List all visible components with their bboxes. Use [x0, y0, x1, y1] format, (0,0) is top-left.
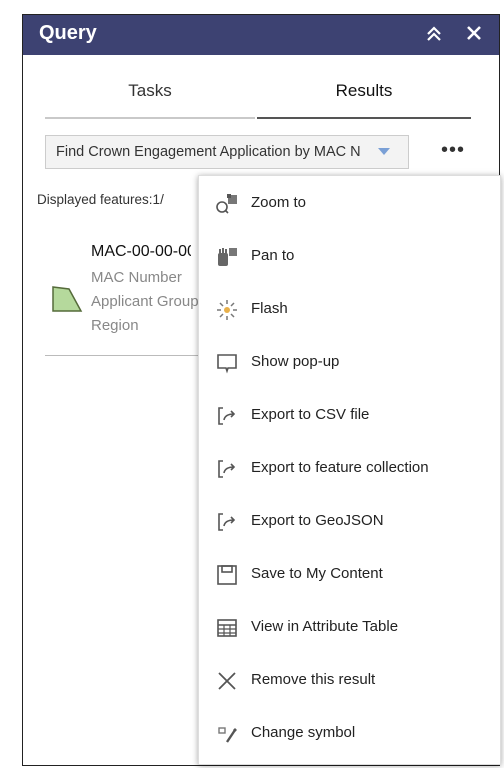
menu-item-label: Export to GeoJSON [251, 512, 384, 529]
menu-item-label: Pan to [251, 247, 295, 264]
feature-count: Displayed features:1/ [37, 192, 164, 207]
menu-item-label: Show pop-up [251, 353, 340, 370]
menu-item-label: Zoom to [251, 194, 307, 211]
menu-item-label: Save to My Content [251, 565, 383, 582]
save-icon [217, 565, 237, 585]
menu-item-export-feature-collection[interactable]: Export to feature collection [199, 443, 500, 495]
result-actions-menu: Zoom to Pan to Flash Show pop-up Export … [198, 175, 501, 765]
pan-to-icon [218, 248, 237, 266]
dropdown-arrow-icon[interactable] [378, 148, 390, 155]
menu-item-pan-to[interactable]: Pan to [199, 231, 500, 283]
result-field-mac-number: MAC Number [91, 269, 182, 286]
export-icon [218, 460, 236, 478]
more-options-button[interactable]: ••• [441, 139, 465, 162]
menu-item-label: Export to CSV file [251, 406, 370, 423]
menu-item-label: View in Attribute Table [251, 618, 399, 635]
export-icon [218, 513, 236, 531]
menu-item-save-to-my-content[interactable]: Save to My Content [199, 549, 500, 601]
menu-item-flash[interactable]: Flash [199, 284, 500, 336]
export-icon [218, 407, 236, 425]
collapse-icon[interactable] [423, 23, 445, 45]
query-select[interactable]: Find Crown Engagement Application by MAC… [45, 135, 409, 169]
result-field-region: Region [91, 317, 139, 334]
polygon-symbol-icon [52, 286, 83, 312]
menu-item-zoom-to[interactable]: Zoom to [199, 178, 500, 230]
change-symbol-icon [218, 727, 237, 743]
panel-title: Query [39, 22, 97, 44]
menu-item-export-geojson[interactable]: Export to GeoJSON [199, 496, 500, 548]
popup-icon [217, 354, 237, 374]
result-title: MAC-00-00-000 [91, 243, 191, 260]
menu-item-show-popup[interactable]: Show pop-up [199, 337, 500, 389]
tab-results[interactable]: Results [257, 79, 471, 119]
result-field-applicant-group: Applicant Group [91, 293, 199, 310]
zoom-to-icon [216, 194, 237, 214]
tab-bar: Tasks Results [45, 79, 471, 119]
flash-icon [217, 300, 237, 320]
close-icon[interactable] [463, 22, 485, 44]
menu-item-change-symbol[interactable]: Change symbol [199, 708, 500, 760]
menu-item-label: Flash [251, 300, 288, 317]
table-icon [217, 619, 237, 637]
tab-tasks[interactable]: Tasks [45, 79, 255, 119]
menu-item-label: Change symbol [251, 724, 356, 741]
menu-item-view-attribute-table[interactable]: View in Attribute Table [199, 602, 500, 654]
panel-titlebar: Query [23, 15, 499, 55]
menu-item-label: Export to feature collection [251, 459, 429, 476]
query-select-label: Find Crown Engagement Application by MAC… [56, 144, 361, 160]
menu-item-export-csv[interactable]: Export to CSV file [199, 390, 500, 442]
menu-item-label: Remove this result [251, 671, 376, 688]
remove-icon [218, 672, 236, 690]
menu-item-remove-result[interactable]: Remove this result [199, 655, 500, 707]
